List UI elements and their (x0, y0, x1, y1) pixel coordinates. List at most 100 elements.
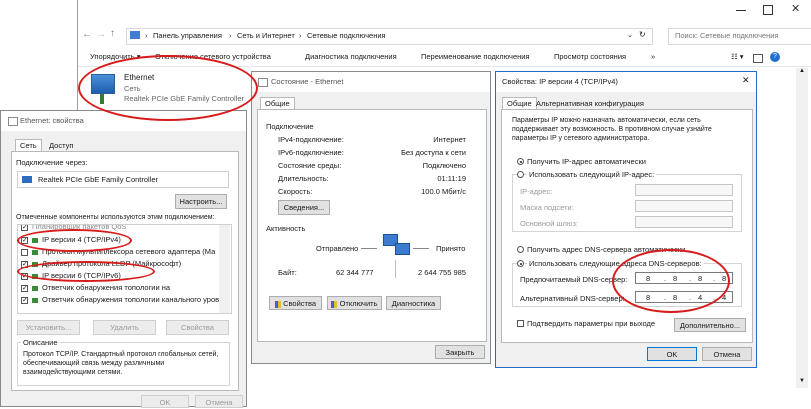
network-adapter-icon (91, 74, 115, 94)
manual-dns-group: Использовать следующие адреса DNS-сервер… (512, 259, 742, 307)
cancel-button[interactable]: Отмена (702, 347, 752, 361)
preferred-dns-field[interactable]: 8 . 8 . 8 . 8 (635, 272, 733, 284)
menu-view-status[interactable]: Просмотр состояния (554, 51, 626, 63)
component-icon (32, 238, 38, 243)
search-placeholder: Поиск: Сетевые подключения (675, 31, 779, 40)
alternate-dns-field[interactable]: 8 . 8 . 4 . 4 (635, 291, 733, 303)
install-button[interactable]: Установить... (17, 320, 80, 335)
ethernet-status-dialog: Состояние - Ethernet Общие Подключение I… (251, 71, 491, 364)
dialog-title: Состояние - Ethernet (252, 72, 490, 92)
manual-ip-radio[interactable] (517, 171, 524, 178)
manual-ip-label[interactable]: Использовать следующий IP-адрес: (527, 170, 657, 179)
shield-icon (274, 300, 281, 308)
adapter-name-field: Realtek PCIe GbE Family Controller (38, 175, 159, 184)
list-item[interactable]: ✓ Ответчик обнаружения топологии на (18, 282, 231, 294)
component-icon (32, 250, 38, 255)
help-icon[interactable]: ? (770, 52, 780, 62)
remove-button[interactable]: Удалить (93, 320, 156, 335)
close-icon[interactable]: ✕ (742, 75, 750, 86)
status-properties-button[interactable]: Свойства (269, 296, 322, 310)
adapter-name: Ethernet (124, 73, 155, 82)
list-scrollbar[interactable] (219, 225, 230, 313)
ipv4-properties-dialog: Свойства: IP версии 4 (TCP/IPv4) ✕ Общие… (495, 71, 757, 368)
manual-dns-radio[interactable] (517, 260, 524, 267)
octet: 8 (698, 274, 703, 283)
close-button[interactable]: Закрыть (435, 345, 485, 359)
list-item[interactable]: ✓ Драйвер протокола LLDP (Майкрософт) (18, 258, 231, 270)
component-icon (32, 262, 38, 267)
dropdown-icon[interactable]: ⌄ (627, 31, 633, 39)
auto-dns-radio[interactable] (517, 246, 524, 253)
search-input[interactable]: Поиск: Сетевые подключения (668, 28, 811, 45)
component-icon (32, 298, 38, 303)
list-item[interactable]: ✓ Планировщик пакетов QoS (18, 225, 231, 233)
intro-text: Параметры IP можно назначать автоматичес… (512, 117, 712, 142)
menu-diagnose[interactable]: Диагностика подключения (305, 51, 397, 63)
ip-address-label: IP-адрес: (520, 187, 553, 196)
diagnose-button[interactable]: Диагностика (386, 296, 441, 310)
close-icon[interactable]: ✕ (791, 2, 800, 15)
auto-dns-label[interactable]: Получить адрес DNS-сервера автоматически (527, 245, 685, 254)
component-icon (32, 286, 38, 291)
list-item[interactable]: ✓ IP версии 4 (TCP/IPv4) (18, 234, 231, 246)
components-label: Отмеченные компоненты используются этим … (16, 214, 215, 221)
view-options-icon[interactable]: ☷ ▾ (731, 51, 744, 63)
layout-icon[interactable] (753, 54, 763, 63)
preferred-dns-label: Предпочитаемый DNS-сервер: (520, 275, 628, 284)
back-icon[interactable]: ← (82, 29, 92, 40)
manual-ip-group: Использовать следующий IP-адрес: IP-адре… (512, 170, 742, 232)
up-icon[interactable]: ↑ (110, 28, 115, 39)
description-label: Описание (21, 338, 60, 347)
cancel-button[interactable]: Отмена (195, 395, 243, 408)
menu-organize[interactable]: Упорядочить ▾ (90, 51, 140, 63)
forward-icon[interactable]: → (96, 29, 106, 40)
ok-button[interactable]: OK (141, 395, 189, 408)
more-icon[interactable]: » (651, 51, 655, 63)
address-bar[interactable]: › Панель управления › Сеть и Интернет › … (126, 28, 653, 45)
properties-button[interactable]: Свойства (166, 320, 229, 335)
status-value: 100.0 Мбит/с (421, 187, 466, 196)
menu-disable-device[interactable]: Отключение сетевого устройства (155, 51, 271, 63)
validate-checkbox[interactable] (517, 320, 524, 327)
adapter-tile[interactable]: Ethernet Сеть Realtek PCIe GbE Family Co… (88, 70, 258, 110)
connection-section-label: Подключение (266, 122, 314, 131)
sent-label: Отправлено (316, 244, 359, 253)
gateway-field[interactable] (635, 216, 733, 228)
ip-address-field[interactable] (635, 184, 733, 196)
menu-rename[interactable]: Переименование подключения (421, 51, 530, 63)
sent-line (361, 248, 377, 249)
configure-button[interactable]: Настроить... (175, 194, 227, 209)
network-icon (8, 117, 18, 126)
octet: 8 (673, 274, 678, 283)
list-item[interactable]: ✓ Ответчик обнаружения топологии канально… (18, 294, 231, 306)
advanced-button[interactable]: Дополнительно... (674, 318, 746, 332)
network-icon (258, 78, 268, 87)
scrollbar[interactable]: ▲ ▼ (796, 68, 808, 388)
minimize-icon[interactable] (736, 10, 746, 11)
manual-dns-label[interactable]: Использовать следующие адреса DNS-сервер… (527, 259, 704, 268)
details-button[interactable]: Сведения... (278, 200, 330, 215)
auto-ip-radio[interactable] (517, 158, 524, 165)
ok-button[interactable]: OK (647, 347, 697, 361)
octet: 4 (722, 293, 727, 302)
activity-section-label: Активность (266, 224, 306, 233)
validate-label[interactable]: Подтвердить параметры при выходе (527, 319, 655, 328)
bytes-sent-value: 62 344 777 (336, 268, 374, 277)
adapter-icon (22, 176, 32, 183)
disable-button[interactable]: Отключить (327, 296, 382, 310)
subnet-mask-field[interactable] (635, 200, 733, 212)
dialog-title-text: Свойства: IP версии 4 (TCP/IPv4) (502, 77, 618, 86)
received-label: Принято (436, 244, 466, 253)
maximize-icon[interactable] (763, 5, 773, 15)
list-item[interactable]: Протокол мультиплексора сетевого адаптер… (18, 246, 231, 258)
breadcrumb-1[interactable]: Сеть и Интернет (237, 31, 295, 40)
breadcrumb-0[interactable]: Панель управления (153, 31, 222, 40)
dialog-title: Свойства: IP версии 4 (TCP/IPv4) ✕ (496, 72, 756, 92)
octet: 8 (646, 274, 651, 283)
refresh-icon[interactable]: ↻ (639, 30, 646, 39)
folder-icon (130, 31, 140, 39)
auto-ip-label[interactable]: Получить IP-адрес автоматически (527, 157, 646, 166)
components-list[interactable]: ✓ Планировщик пакетов QoS ✓ IP версии 4 (T… (17, 224, 232, 314)
breadcrumb-2[interactable]: Сетевые подключения (307, 31, 386, 40)
list-item[interactable]: ✓ IP версии 6 (TCP/IPv6) (18, 270, 231, 282)
